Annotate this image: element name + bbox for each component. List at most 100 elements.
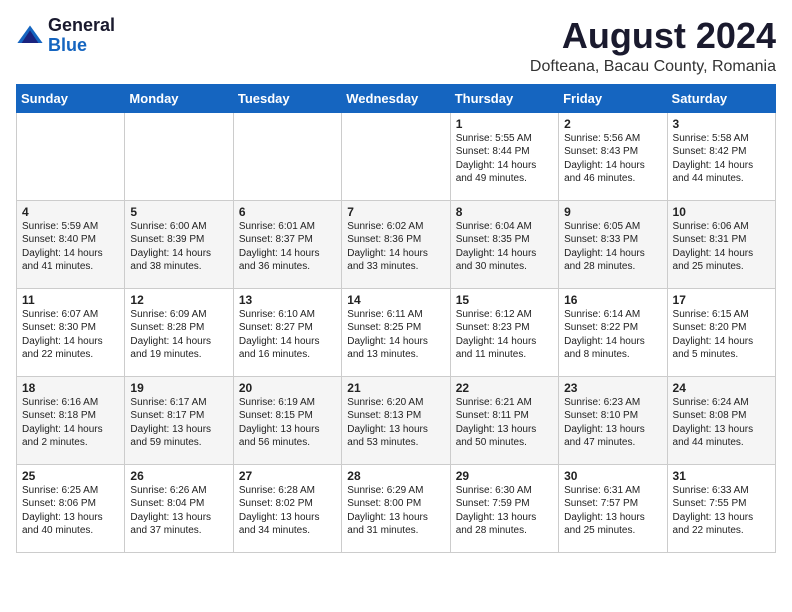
day-number: 22 <box>456 381 553 395</box>
page-header: General Blue August 2024 Dofteana, Bacau… <box>16 16 776 76</box>
week-row-3: 11Sunrise: 6:07 AM Sunset: 8:30 PM Dayli… <box>17 288 776 376</box>
day-number: 30 <box>564 469 661 483</box>
day-info: Sunrise: 6:07 AM Sunset: 8:30 PM Dayligh… <box>22 308 119 362</box>
day-info: Sunrise: 6:04 AM Sunset: 8:35 PM Dayligh… <box>456 220 553 274</box>
week-row-4: 18Sunrise: 6:16 AM Sunset: 8:18 PM Dayli… <box>17 376 776 464</box>
calendar-cell: 11Sunrise: 6:07 AM Sunset: 8:30 PM Dayli… <box>17 288 125 376</box>
day-info: Sunrise: 5:56 AM Sunset: 8:43 PM Dayligh… <box>564 132 661 186</box>
calendar-cell: 1Sunrise: 5:55 AM Sunset: 8:44 PM Daylig… <box>450 112 558 200</box>
day-info: Sunrise: 6:10 AM Sunset: 8:27 PM Dayligh… <box>239 308 336 362</box>
calendar-cell: 17Sunrise: 6:15 AM Sunset: 8:20 PM Dayli… <box>667 288 775 376</box>
day-info: Sunrise: 5:55 AM Sunset: 8:44 PM Dayligh… <box>456 132 553 186</box>
day-info: Sunrise: 6:29 AM Sunset: 8:00 PM Dayligh… <box>347 484 444 538</box>
calendar-cell: 28Sunrise: 6:29 AM Sunset: 8:00 PM Dayli… <box>342 464 450 552</box>
day-number: 24 <box>673 381 770 395</box>
day-info: Sunrise: 6:19 AM Sunset: 8:15 PM Dayligh… <box>239 396 336 450</box>
calendar-cell <box>125 112 233 200</box>
calendar-cell: 6Sunrise: 6:01 AM Sunset: 8:37 PM Daylig… <box>233 200 341 288</box>
day-info: Sunrise: 6:24 AM Sunset: 8:08 PM Dayligh… <box>673 396 770 450</box>
day-number: 7 <box>347 205 444 219</box>
day-info: Sunrise: 6:11 AM Sunset: 8:25 PM Dayligh… <box>347 308 444 362</box>
calendar-header-row: SundayMondayTuesdayWednesdayThursdayFrid… <box>17 84 776 112</box>
day-number: 3 <box>673 117 770 131</box>
header-thursday: Thursday <box>450 84 558 112</box>
header-sunday: Sunday <box>17 84 125 112</box>
header-friday: Friday <box>559 84 667 112</box>
day-number: 20 <box>239 381 336 395</box>
calendar-cell <box>342 112 450 200</box>
day-number: 14 <box>347 293 444 307</box>
calendar-cell: 22Sunrise: 6:21 AM Sunset: 8:11 PM Dayli… <box>450 376 558 464</box>
day-number: 23 <box>564 381 661 395</box>
day-number: 4 <box>22 205 119 219</box>
calendar-cell: 25Sunrise: 6:25 AM Sunset: 8:06 PM Dayli… <box>17 464 125 552</box>
day-number: 21 <box>347 381 444 395</box>
logo: General Blue <box>16 16 115 56</box>
calendar-cell: 24Sunrise: 6:24 AM Sunset: 8:08 PM Dayli… <box>667 376 775 464</box>
day-info: Sunrise: 6:20 AM Sunset: 8:13 PM Dayligh… <box>347 396 444 450</box>
day-info: Sunrise: 6:26 AM Sunset: 8:04 PM Dayligh… <box>130 484 227 538</box>
day-number: 13 <box>239 293 336 307</box>
day-info: Sunrise: 6:31 AM Sunset: 7:57 PM Dayligh… <box>564 484 661 538</box>
calendar-table: SundayMondayTuesdayWednesdayThursdayFrid… <box>16 84 776 553</box>
day-number: 2 <box>564 117 661 131</box>
calendar-cell: 9Sunrise: 6:05 AM Sunset: 8:33 PM Daylig… <box>559 200 667 288</box>
day-info: Sunrise: 5:58 AM Sunset: 8:42 PM Dayligh… <box>673 132 770 186</box>
calendar-cell: 27Sunrise: 6:28 AM Sunset: 8:02 PM Dayli… <box>233 464 341 552</box>
day-number: 9 <box>564 205 661 219</box>
calendar-cell: 31Sunrise: 6:33 AM Sunset: 7:55 PM Dayli… <box>667 464 775 552</box>
calendar-cell: 7Sunrise: 6:02 AM Sunset: 8:36 PM Daylig… <box>342 200 450 288</box>
header-wednesday: Wednesday <box>342 84 450 112</box>
day-number: 31 <box>673 469 770 483</box>
week-row-1: 1Sunrise: 5:55 AM Sunset: 8:44 PM Daylig… <box>17 112 776 200</box>
calendar-cell: 23Sunrise: 6:23 AM Sunset: 8:10 PM Dayli… <box>559 376 667 464</box>
day-info: Sunrise: 6:05 AM Sunset: 8:33 PM Dayligh… <box>564 220 661 274</box>
day-number: 17 <box>673 293 770 307</box>
header-monday: Monday <box>125 84 233 112</box>
calendar-cell: 12Sunrise: 6:09 AM Sunset: 8:28 PM Dayli… <box>125 288 233 376</box>
day-info: Sunrise: 6:25 AM Sunset: 8:06 PM Dayligh… <box>22 484 119 538</box>
day-number: 16 <box>564 293 661 307</box>
calendar-title: August 2024 <box>530 16 776 56</box>
day-info: Sunrise: 5:59 AM Sunset: 8:40 PM Dayligh… <box>22 220 119 274</box>
day-info: Sunrise: 6:30 AM Sunset: 7:59 PM Dayligh… <box>456 484 553 538</box>
day-number: 25 <box>22 469 119 483</box>
calendar-cell: 4Sunrise: 5:59 AM Sunset: 8:40 PM Daylig… <box>17 200 125 288</box>
calendar-cell: 16Sunrise: 6:14 AM Sunset: 8:22 PM Dayli… <box>559 288 667 376</box>
logo-text: General Blue <box>48 16 115 56</box>
calendar-cell: 10Sunrise: 6:06 AM Sunset: 8:31 PM Dayli… <box>667 200 775 288</box>
calendar-cell: 21Sunrise: 6:20 AM Sunset: 8:13 PM Dayli… <box>342 376 450 464</box>
calendar-cell <box>17 112 125 200</box>
calendar-cell: 26Sunrise: 6:26 AM Sunset: 8:04 PM Dayli… <box>125 464 233 552</box>
calendar-cell: 3Sunrise: 5:58 AM Sunset: 8:42 PM Daylig… <box>667 112 775 200</box>
day-number: 1 <box>456 117 553 131</box>
day-info: Sunrise: 6:15 AM Sunset: 8:20 PM Dayligh… <box>673 308 770 362</box>
day-number: 10 <box>673 205 770 219</box>
day-info: Sunrise: 6:00 AM Sunset: 8:39 PM Dayligh… <box>130 220 227 274</box>
day-info: Sunrise: 6:17 AM Sunset: 8:17 PM Dayligh… <box>130 396 227 450</box>
day-info: Sunrise: 6:14 AM Sunset: 8:22 PM Dayligh… <box>564 308 661 362</box>
calendar-cell: 18Sunrise: 6:16 AM Sunset: 8:18 PM Dayli… <box>17 376 125 464</box>
week-row-2: 4Sunrise: 5:59 AM Sunset: 8:40 PM Daylig… <box>17 200 776 288</box>
day-info: Sunrise: 6:12 AM Sunset: 8:23 PM Dayligh… <box>456 308 553 362</box>
calendar-cell: 29Sunrise: 6:30 AM Sunset: 7:59 PM Dayli… <box>450 464 558 552</box>
calendar-cell: 19Sunrise: 6:17 AM Sunset: 8:17 PM Dayli… <box>125 376 233 464</box>
calendar-cell: 14Sunrise: 6:11 AM Sunset: 8:25 PM Dayli… <box>342 288 450 376</box>
day-info: Sunrise: 6:23 AM Sunset: 8:10 PM Dayligh… <box>564 396 661 450</box>
logo-icon <box>16 22 44 50</box>
day-info: Sunrise: 6:21 AM Sunset: 8:11 PM Dayligh… <box>456 396 553 450</box>
day-info: Sunrise: 6:28 AM Sunset: 8:02 PM Dayligh… <box>239 484 336 538</box>
calendar-cell: 13Sunrise: 6:10 AM Sunset: 8:27 PM Dayli… <box>233 288 341 376</box>
day-number: 27 <box>239 469 336 483</box>
day-info: Sunrise: 6:09 AM Sunset: 8:28 PM Dayligh… <box>130 308 227 362</box>
week-row-5: 25Sunrise: 6:25 AM Sunset: 8:06 PM Dayli… <box>17 464 776 552</box>
day-info: Sunrise: 6:06 AM Sunset: 8:31 PM Dayligh… <box>673 220 770 274</box>
day-number: 12 <box>130 293 227 307</box>
day-info: Sunrise: 6:16 AM Sunset: 8:18 PM Dayligh… <box>22 396 119 450</box>
day-number: 11 <box>22 293 119 307</box>
day-info: Sunrise: 6:33 AM Sunset: 7:55 PM Dayligh… <box>673 484 770 538</box>
calendar-cell: 20Sunrise: 6:19 AM Sunset: 8:15 PM Dayli… <box>233 376 341 464</box>
day-number: 19 <box>130 381 227 395</box>
day-info: Sunrise: 6:02 AM Sunset: 8:36 PM Dayligh… <box>347 220 444 274</box>
day-number: 15 <box>456 293 553 307</box>
